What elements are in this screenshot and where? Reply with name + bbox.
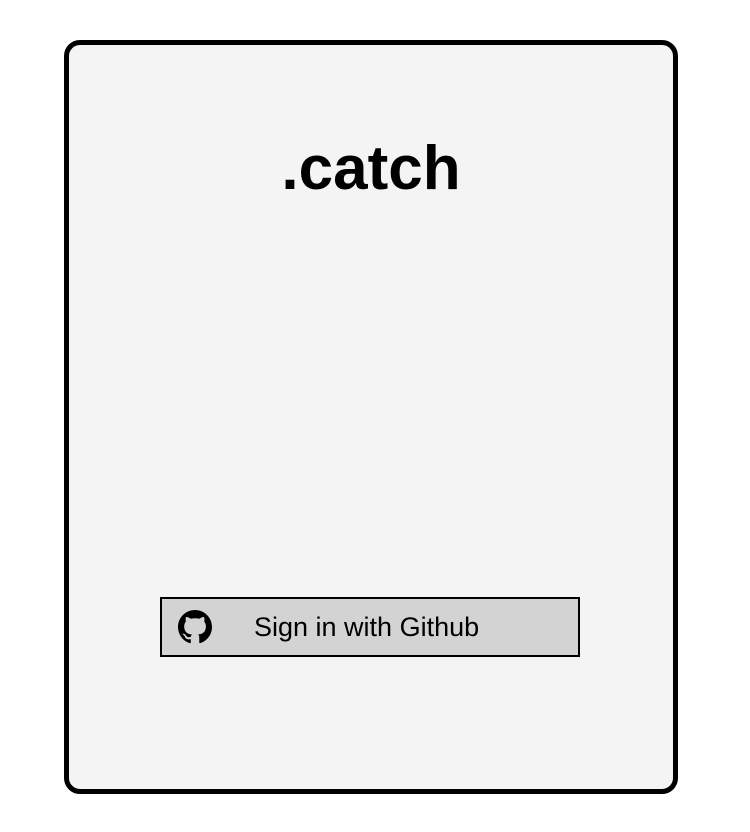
app-title: .catch [281,134,461,203]
github-signin-label: Sign in with Github [254,612,480,642]
github-icon [178,610,212,644]
login-card: .catch Sign in with Github [64,40,678,794]
github-signin-button[interactable]: Sign in with Github [160,597,580,657]
